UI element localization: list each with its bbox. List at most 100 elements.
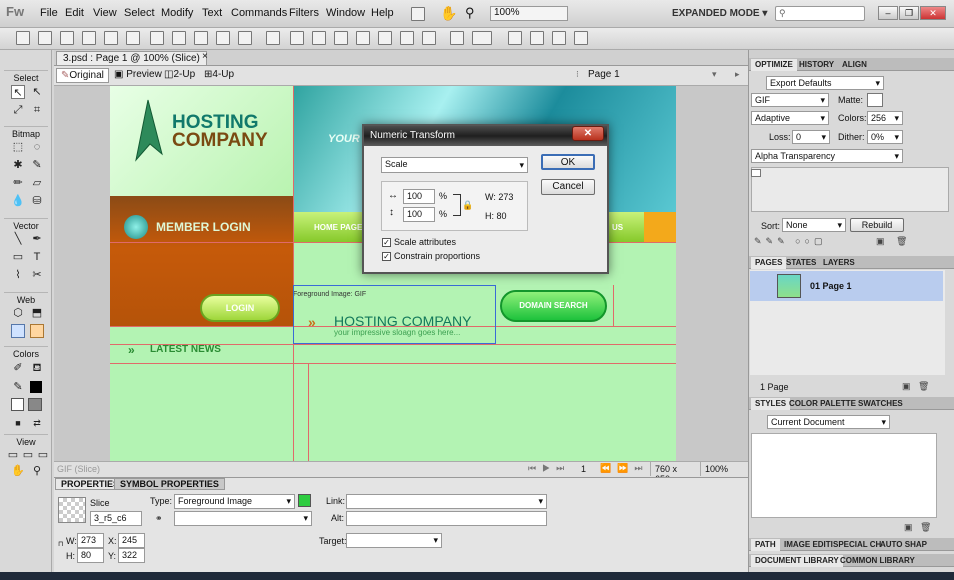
menu-filters[interactable]: Filters [289, 7, 319, 19]
ungroup-icon[interactable] [290, 31, 304, 45]
lasso-tool-icon[interactable]: ◌ [30, 140, 44, 154]
page-selector[interactable]: Page 1 [588, 69, 620, 80]
tab-auto-shapes[interactable]: AUTO SHAP [876, 539, 931, 551]
undo-icon[interactable] [150, 31, 164, 45]
color-table-new-icon[interactable]: ▣ [876, 236, 885, 247]
tab-symbol-properties[interactable]: SYMBOL PROPERTIES [114, 478, 225, 490]
import-icon[interactable] [82, 31, 96, 45]
bring-forward-icon[interactable] [378, 31, 392, 45]
join-icon[interactable] [312, 31, 326, 45]
paint-bucket-icon[interactable]: ⛾ [30, 361, 44, 375]
rebuild-button[interactable]: Rebuild [850, 218, 904, 232]
hand-icon[interactable]: ✋ [440, 5, 457, 22]
page-chevron-icon[interactable]: ▾ [712, 69, 717, 80]
export-preset-select[interactable]: Export Defaults ▾ [766, 76, 884, 90]
playback-controls[interactable]: ⏮▶⏭ [528, 463, 570, 474]
hide-slices-icon[interactable] [11, 324, 25, 338]
tab-common-library[interactable]: COMMON LIBRARY [836, 555, 919, 567]
print-icon[interactable] [126, 31, 140, 45]
brush-tool-icon[interactable]: ✎ [30, 158, 44, 172]
open-icon[interactable] [60, 31, 74, 45]
stroke-pencil-icon[interactable]: ✎ [11, 380, 25, 394]
menu-select[interactable]: Select [124, 7, 155, 19]
copy-icon[interactable] [216, 31, 230, 45]
scale-tool-icon[interactable]: ⤢ [11, 103, 25, 117]
tab-states[interactable]: STATES [782, 257, 820, 269]
frame-controls[interactable]: ⏪⏩⏭ [600, 463, 649, 474]
align-menu-icon[interactable] [472, 31, 492, 45]
menu-file[interactable]: File [40, 7, 58, 19]
full-screen-icon[interactable]: ▭ [36, 448, 50, 462]
flip-vertical-icon[interactable] [574, 31, 588, 45]
format-select[interactable]: GIF ▾ [751, 93, 829, 107]
new-style-icon[interactable]: ▣ [904, 522, 913, 533]
scale-attributes-checkbox[interactable]: ✓ [382, 238, 391, 247]
y-input[interactable]: 322 [118, 548, 145, 563]
lock-icon[interactable]: 🔒 [462, 200, 473, 211]
tab-layers[interactable]: LAYERS [819, 257, 859, 269]
cancel-button[interactable]: Cancel [541, 179, 595, 195]
tab-align[interactable]: ALIGN [838, 59, 871, 71]
new-page-icon[interactable]: ▣ [902, 381, 911, 392]
view-tab-2up[interactable]: ◫2-Up [160, 68, 199, 83]
delete-page-icon[interactable]: 🗑 [918, 381, 929, 392]
default-colors-icon[interactable]: ■ [11, 416, 25, 430]
swap-colors-icon[interactable]: ⇄ [30, 416, 44, 430]
magic-wand-icon[interactable]: ✱ [11, 158, 25, 172]
zoom-icon[interactable]: ⚲ [465, 5, 475, 21]
tab-history[interactable]: HISTORY [795, 59, 838, 71]
rotate-ccw-icon[interactable] [508, 31, 522, 45]
restore-button[interactable]: ❐ [899, 6, 919, 20]
redo-icon[interactable] [172, 31, 186, 45]
text-tool-icon[interactable]: T [30, 250, 44, 264]
stamp-tool-icon[interactable]: ⛁ [30, 194, 44, 208]
document-tab[interactable]: 3.psd : Page 1 @ 100% (Slice) [56, 51, 207, 66]
zoom-tool-icon[interactable]: ⚲ [30, 464, 44, 478]
h-input[interactable]: 80 [77, 548, 104, 563]
link-input[interactable]: ▾ [346, 494, 547, 509]
blur-tool-icon[interactable]: 💧 [11, 194, 25, 208]
behavior-select[interactable]: ▾ [174, 511, 312, 526]
menu-view[interactable]: View [93, 7, 117, 19]
crop-tool-icon[interactable]: ⌗ [30, 103, 44, 117]
stroke-color-swatch[interactable] [30, 381, 42, 393]
menu-edit[interactable]: Edit [65, 7, 84, 19]
width-percent-input[interactable]: 100 [403, 189, 435, 204]
export-icon[interactable] [104, 31, 118, 45]
delete-style-icon[interactable]: 🗑 [920, 522, 931, 533]
group-icon[interactable] [266, 31, 280, 45]
flip-horizontal-icon[interactable] [552, 31, 566, 45]
marquee-tool-icon[interactable]: ⬚ [11, 140, 25, 154]
align-left-icon[interactable] [450, 31, 464, 45]
tab-color-palette[interactable]: COLOR PALETTE [785, 398, 860, 410]
fill-color-swatch[interactable] [28, 398, 42, 411]
menu-text[interactable]: Text [202, 7, 222, 19]
login-button[interactable]: LOGIN [200, 294, 280, 322]
sort-select[interactable]: None ▾ [782, 218, 846, 232]
pen-tool-icon[interactable]: ✒ [30, 232, 44, 246]
status-zoom[interactable]: 100% [700, 462, 746, 476]
constrain-size-icon[interactable]: ⊓ [58, 540, 63, 548]
workspace-switcher[interactable]: EXPANDED MODE ▾ [672, 8, 767, 19]
view-tab-original[interactable]: ✎Original [56, 68, 109, 83]
line-tool-icon[interactable]: ╲ [11, 232, 25, 246]
eyedropper-tool-icon[interactable]: ✐ [11, 361, 25, 375]
rectangle-tool-icon[interactable]: ▭ [11, 250, 25, 264]
slice-name-input[interactable]: 3_r5_c6 [90, 511, 142, 526]
matte-swatch[interactable] [867, 93, 883, 107]
loss-input[interactable]: 0 ▾ [792, 130, 830, 144]
menu-modify[interactable]: Modify [161, 7, 193, 19]
palette-select[interactable]: Adaptive ▾ [751, 111, 829, 125]
page-next-icon[interactable]: ▸ [735, 69, 740, 80]
color-table-delete-icon[interactable]: 🗑 [896, 236, 907, 247]
layout-icon[interactable] [411, 7, 425, 21]
cut-icon[interactable] [194, 31, 208, 45]
bring-front-icon[interactable] [356, 31, 370, 45]
domain-search-button[interactable]: DOMAIN SEARCH [500, 290, 607, 322]
w-input[interactable]: 273 [77, 533, 104, 548]
x-input[interactable]: 245 [118, 533, 145, 548]
nav-us[interactable]: US [612, 223, 623, 232]
styles-list[interactable] [751, 433, 937, 518]
help-search-input[interactable]: ⚲ [775, 6, 865, 21]
pencil-tool-icon[interactable]: ✏ [11, 176, 25, 190]
